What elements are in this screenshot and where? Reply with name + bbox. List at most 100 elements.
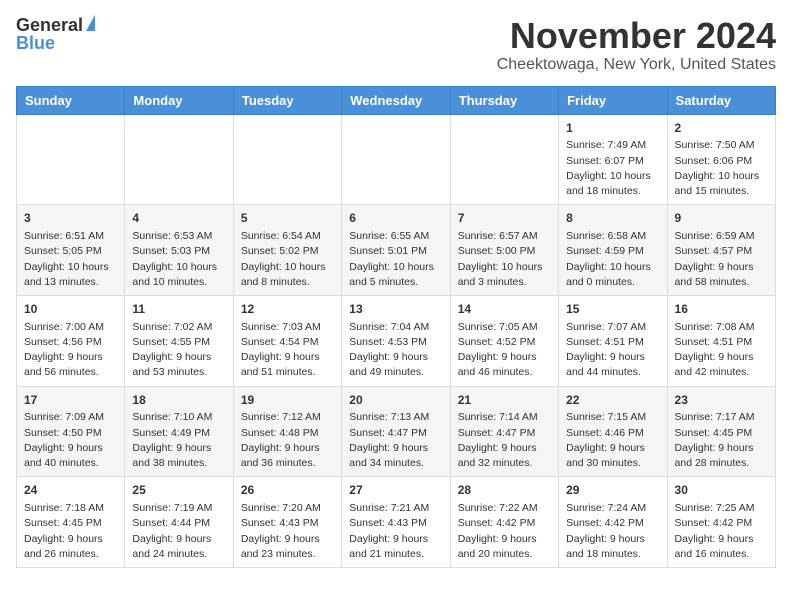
calendar-cell <box>125 114 233 205</box>
day-number: 7 <box>458 210 551 227</box>
calendar-cell: 8 Sunrise: 6:58 AM Sunset: 4:59 PM Daylig… <box>559 205 667 296</box>
weekday-header-saturday: Saturday <box>667 86 775 114</box>
calendar-cell <box>17 114 125 205</box>
day-info: Sunrise: 7:24 AM Sunset: 4:42 PM Dayligh… <box>566 501 659 562</box>
calendar-cell: 29 Sunrise: 7:24 AM Sunset: 4:42 PM Dayli… <box>559 477 667 568</box>
day-info: Sunrise: 6:59 AM Sunset: 4:57 PM Dayligh… <box>675 229 768 290</box>
day-info: Sunrise: 6:51 AM Sunset: 5:05 PM Dayligh… <box>24 229 117 290</box>
day-info: Sunrise: 7:18 AM Sunset: 4:45 PM Dayligh… <box>24 501 117 562</box>
calendar-cell: 2Sunrise: 7:50 AM Sunset: 6:06 PM Daylig… <box>667 114 775 205</box>
day-info: Sunrise: 7:14 AM Sunset: 4:47 PM Dayligh… <box>458 410 551 471</box>
day-number: 12 <box>241 301 334 318</box>
calendar-cell <box>450 114 558 205</box>
day-number: 6 <box>349 210 442 227</box>
day-number: 5 <box>241 210 334 227</box>
day-info: Sunrise: 7:49 AM Sunset: 6:07 PM Dayligh… <box>566 138 659 199</box>
day-number: 27 <box>349 482 442 499</box>
weekday-header-row: SundayMondayTuesdayWednesdayThursdayFrid… <box>17 86 776 114</box>
calendar-cell: 12 Sunrise: 7:03 AM Sunset: 4:54 PM Dayli… <box>233 295 341 386</box>
day-info: Sunrise: 6:58 AM Sunset: 4:59 PM Dayligh… <box>566 229 659 290</box>
calendar-cell: 28Sunrise: 7:22 AM Sunset: 4:42 PM Dayli… <box>450 477 558 568</box>
calendar-cell: 26Sunrise: 7:20 AM Sunset: 4:43 PM Dayli… <box>233 477 341 568</box>
calendar-cell: 20Sunrise: 7:13 AM Sunset: 4:47 PM Dayli… <box>342 386 450 477</box>
calendar-cell: 21Sunrise: 7:14 AM Sunset: 4:47 PM Dayli… <box>450 386 558 477</box>
calendar-week-row: 3 Sunrise: 6:51 AM Sunset: 5:05 PM Daylig… <box>17 205 776 296</box>
day-number: 14 <box>458 301 551 318</box>
day-number: 24 <box>24 482 117 499</box>
calendar-week-row: 24 Sunrise: 7:18 AM Sunset: 4:45 PM Dayli… <box>17 477 776 568</box>
weekday-header-friday: Friday <box>559 86 667 114</box>
day-info: Sunrise: 7:15 AM Sunset: 4:46 PM Dayligh… <box>566 410 659 471</box>
day-number: 3 <box>24 210 117 227</box>
calendar-cell <box>342 114 450 205</box>
day-info: Sunrise: 7:50 AM Sunset: 6:06 PM Dayligh… <box>675 138 768 199</box>
calendar-cell: 3 Sunrise: 6:51 AM Sunset: 5:05 PM Daylig… <box>17 205 125 296</box>
day-info: Sunrise: 6:54 AM Sunset: 5:02 PM Dayligh… <box>241 229 334 290</box>
weekday-header-tuesday: Tuesday <box>233 86 341 114</box>
day-info: Sunrise: 7:02 AM Sunset: 4:55 PM Dayligh… <box>132 320 225 381</box>
weekday-header-monday: Monday <box>125 86 233 114</box>
day-info: Sunrise: 7:07 AM Sunset: 4:51 PM Dayligh… <box>566 320 659 381</box>
day-info: Sunrise: 7:00 AM Sunset: 4:56 PM Dayligh… <box>24 320 117 381</box>
weekday-header-thursday: Thursday <box>450 86 558 114</box>
day-number: 13 <box>349 301 442 318</box>
title-block: November 2024 Cheektowaga, New York, Uni… <box>497 16 776 74</box>
day-info: Sunrise: 7:25 AM Sunset: 4:42 PM Dayligh… <box>675 501 768 562</box>
day-number: 9 <box>675 210 768 227</box>
calendar-cell: 22Sunrise: 7:15 AM Sunset: 4:46 PM Dayli… <box>559 386 667 477</box>
calendar-cell <box>233 114 341 205</box>
logo-text-general: General <box>16 16 83 34</box>
day-number: 1 <box>566 120 659 137</box>
day-info: Sunrise: 7:10 AM Sunset: 4:49 PM Dayligh… <box>132 410 225 471</box>
day-info: Sunrise: 7:21 AM Sunset: 4:43 PM Dayligh… <box>349 501 442 562</box>
day-info: Sunrise: 6:53 AM Sunset: 5:03 PM Dayligh… <box>132 229 225 290</box>
calendar-week-row: 1Sunrise: 7:49 AM Sunset: 6:07 PM Daylig… <box>17 114 776 205</box>
weekday-header-wednesday: Wednesday <box>342 86 450 114</box>
day-info: Sunrise: 7:03 AM Sunset: 4:54 PM Dayligh… <box>241 320 334 381</box>
weekday-header-sunday: Sunday <box>17 86 125 114</box>
day-number: 19 <box>241 392 334 409</box>
day-number: 23 <box>675 392 768 409</box>
day-number: 8 <box>566 210 659 227</box>
day-info: Sunrise: 7:17 AM Sunset: 4:45 PM Dayligh… <box>675 410 768 471</box>
day-number: 17 <box>24 392 117 409</box>
calendar-cell: 13Sunrise: 7:04 AM Sunset: 4:53 PM Dayli… <box>342 295 450 386</box>
day-number: 26 <box>241 482 334 499</box>
day-number: 4 <box>132 210 225 227</box>
day-number: 30 <box>675 482 768 499</box>
calendar-cell: 27 Sunrise: 7:21 AM Sunset: 4:43 PM Dayli… <box>342 477 450 568</box>
day-info: Sunrise: 7:12 AM Sunset: 4:48 PM Dayligh… <box>241 410 334 471</box>
calendar-cell: 6Sunrise: 6:55 AM Sunset: 5:01 PM Daylig… <box>342 205 450 296</box>
calendar-cell: 24 Sunrise: 7:18 AM Sunset: 4:45 PM Dayli… <box>17 477 125 568</box>
day-number: 2 <box>675 120 768 137</box>
month-title: November 2024 <box>497 16 776 56</box>
calendar-cell: 1Sunrise: 7:49 AM Sunset: 6:07 PM Daylig… <box>559 114 667 205</box>
calendar-cell: 14 Sunrise: 7:05 AM Sunset: 4:52 PM Dayli… <box>450 295 558 386</box>
day-info: Sunrise: 7:05 AM Sunset: 4:52 PM Dayligh… <box>458 320 551 381</box>
day-info: Sunrise: 7:19 AM Sunset: 4:44 PM Dayligh… <box>132 501 225 562</box>
page-header: General Blue November 2024 Cheektowaga, … <box>16 16 776 74</box>
day-number: 10 <box>24 301 117 318</box>
calendar-cell: 4 Sunrise: 6:53 AM Sunset: 5:03 PM Daylig… <box>125 205 233 296</box>
calendar-cell: 5 Sunrise: 6:54 AM Sunset: 5:02 PM Daylig… <box>233 205 341 296</box>
calendar-cell: 7Sunrise: 6:57 AM Sunset: 5:00 PM Daylig… <box>450 205 558 296</box>
calendar-table: SundayMondayTuesdayWednesdayThursdayFrid… <box>16 86 776 568</box>
day-number: 20 <box>349 392 442 409</box>
day-info: Sunrise: 7:13 AM Sunset: 4:47 PM Dayligh… <box>349 410 442 471</box>
logo: General Blue <box>16 16 95 52</box>
day-number: 11 <box>132 301 225 318</box>
calendar-cell: 15 Sunrise: 7:07 AM Sunset: 4:51 PM Dayli… <box>559 295 667 386</box>
calendar-week-row: 10 Sunrise: 7:00 AM Sunset: 4:56 PM Dayli… <box>17 295 776 386</box>
logo-text-blue: Blue <box>16 34 55 52</box>
calendar-cell: 10 Sunrise: 7:00 AM Sunset: 4:56 PM Dayli… <box>17 295 125 386</box>
day-number: 21 <box>458 392 551 409</box>
day-number: 22 <box>566 392 659 409</box>
calendar-cell: 11 Sunrise: 7:02 AM Sunset: 4:55 PM Dayli… <box>125 295 233 386</box>
calendar-cell: 23Sunrise: 7:17 AM Sunset: 4:45 PM Dayli… <box>667 386 775 477</box>
location-subtitle: Cheektowaga, New York, United States <box>497 56 776 74</box>
day-number: 15 <box>566 301 659 318</box>
calendar-cell: 17Sunrise: 7:09 AM Sunset: 4:50 PM Dayli… <box>17 386 125 477</box>
calendar-cell: 25Sunrise: 7:19 AM Sunset: 4:44 PM Dayli… <box>125 477 233 568</box>
day-number: 29 <box>566 482 659 499</box>
day-info: Sunrise: 7:09 AM Sunset: 4:50 PM Dayligh… <box>24 410 117 471</box>
